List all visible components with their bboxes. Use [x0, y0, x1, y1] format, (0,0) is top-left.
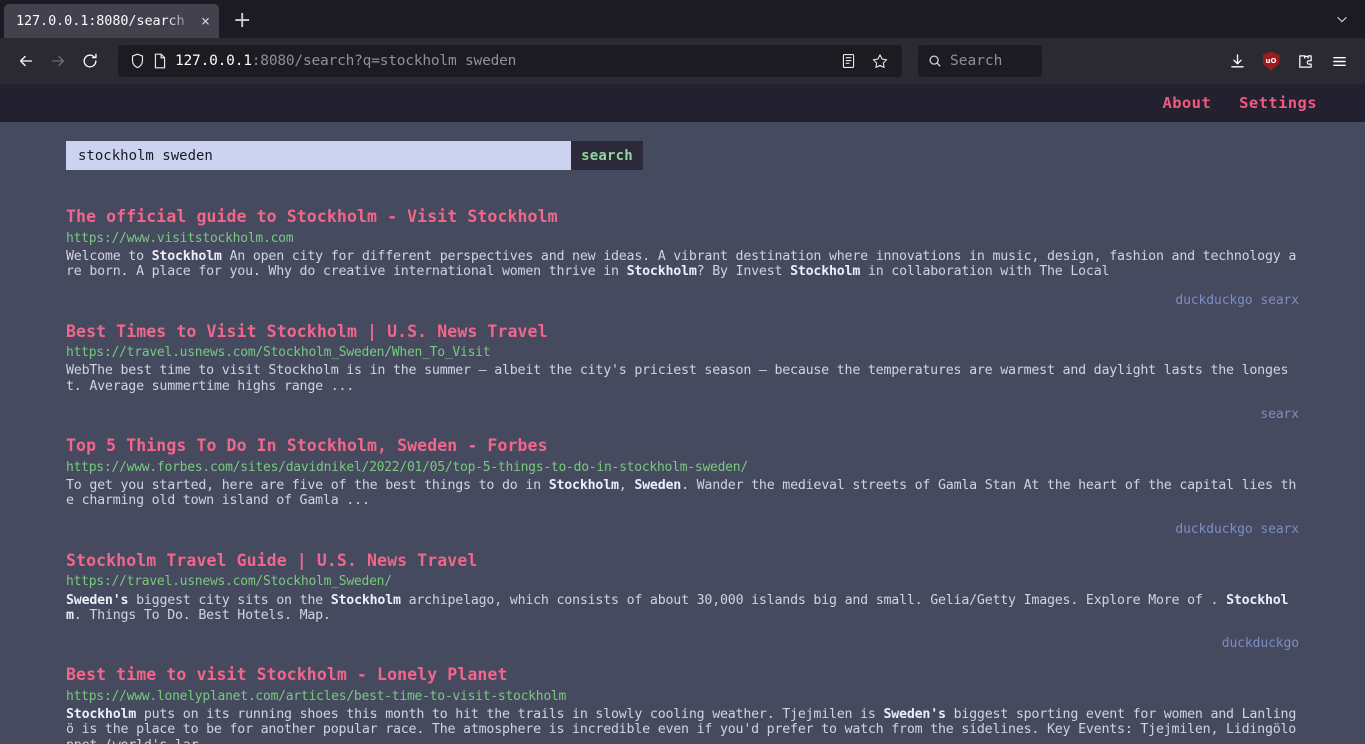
result-url[interactable]: https://travel.usnews.com/Stockholm_Swed… [66, 345, 1299, 361]
url-text: 127.0.0.1:8080/search?q=stockholm sweden [175, 53, 834, 69]
page-info-icon[interactable] [153, 53, 167, 69]
result-title-link[interactable]: Top 5 Things To Do In Stockholm, Sweden … [66, 436, 548, 457]
result-engines: duckduckgo [66, 636, 1299, 651]
engine-tag[interactable]: duckduckgo [1175, 522, 1252, 537]
search-results-list: The official guide to Stockholm - Visit … [0, 207, 1365, 744]
search-result: Best time to visit Stockholm - Lonely Pl… [66, 665, 1299, 744]
result-title-link[interactable]: Stockholm Travel Guide | U.S. News Trave… [66, 551, 477, 572]
reader-mode-icon[interactable] [834, 47, 862, 75]
result-url[interactable]: https://www.lonelyplanet.com/articles/be… [66, 689, 1299, 705]
chrome-toolbar-right: uO [1209, 45, 1355, 77]
site-header: About Settings [0, 84, 1365, 122]
search-result: Best Times to Visit Stockholm | U.S. New… [66, 322, 1299, 423]
engine-tag[interactable]: duckduckgo [1175, 293, 1252, 308]
engine-tag[interactable]: searx [1260, 293, 1299, 308]
bookmark-star-icon[interactable] [866, 47, 894, 75]
close-icon[interactable]: × [198, 13, 213, 29]
search-result: The official guide to Stockholm - Visit … [66, 207, 1299, 308]
url-bar-icons [126, 53, 175, 69]
result-title-link[interactable]: The official guide to Stockholm - Visit … [66, 207, 558, 228]
chevron-down-icon[interactable] [1335, 12, 1349, 30]
navigation-bar: 127.0.0.1:8080/search?q=stockholm sweden… [0, 38, 1365, 84]
tab-title: 127.0.0.1:8080/search [16, 13, 185, 29]
url-rest: :8080/search?q=stockholm sweden [251, 53, 517, 69]
url-host: 127.0.0.1 [175, 53, 252, 69]
search-form: search [66, 141, 643, 170]
nav-link-about[interactable]: About [1162, 94, 1211, 112]
shield-icon[interactable] [130, 53, 145, 69]
result-title-link[interactable]: Best Times to Visit Stockholm | U.S. New… [66, 322, 548, 343]
url-bar[interactable]: 127.0.0.1:8080/search?q=stockholm sweden [118, 45, 902, 77]
browser-tab[interactable]: 127.0.0.1:8080/search × [4, 4, 219, 38]
browser-search-placeholder: Search [950, 53, 1003, 69]
result-snippet: To get you started, here are five of the… [66, 478, 1297, 509]
result-snippet: Welcome to Stockholm An open city for di… [66, 248, 1297, 280]
result-snippet: Stockholm puts on its running shoes this… [66, 707, 1297, 744]
new-tab-icon[interactable]: + [233, 10, 251, 32]
app-menu-icon[interactable] [1323, 45, 1355, 77]
ublock-badge: uO [1262, 51, 1280, 71]
result-engines: duckduckgo searx [66, 522, 1299, 537]
forward-button[interactable] [42, 45, 74, 77]
search-result: Stockholm Travel Guide | U.S. News Trave… [66, 551, 1299, 652]
browser-search-bar[interactable]: Search [918, 45, 1042, 77]
result-snippet: WebThe best time to visit Stockholm is i… [66, 363, 1289, 394]
tab-strip: 127.0.0.1:8080/search × + [0, 0, 1365, 38]
search-input[interactable] [66, 141, 571, 170]
engine-tag[interactable]: searx [1260, 522, 1299, 537]
back-button[interactable] [10, 45, 42, 77]
extensions-icon[interactable] [1289, 45, 1321, 77]
reload-button[interactable] [74, 45, 106, 77]
search-result: Top 5 Things To Do In Stockholm, Sweden … [66, 436, 1299, 537]
url-bar-actions [834, 47, 894, 75]
result-engines: searx [66, 407, 1299, 422]
nav-link-settings[interactable]: Settings [1239, 94, 1317, 112]
result-engines: duckduckgo searx [66, 293, 1299, 308]
engine-tag[interactable]: searx [1260, 407, 1299, 422]
result-snippet: Sweden's biggest city sits on the Stockh… [66, 592, 1289, 623]
page-content: About Settings search The official guide… [0, 84, 1365, 744]
search-submit-button[interactable]: search [571, 141, 643, 170]
result-url[interactable]: https://travel.usnews.com/Stockholm_Swed… [66, 574, 1299, 590]
browser-chrome: 127.0.0.1:8080/search × + 127.0.0.1:8080… [0, 0, 1365, 84]
downloads-icon[interactable] [1221, 45, 1253, 77]
engine-tag[interactable]: duckduckgo [1222, 636, 1299, 651]
result-title-link[interactable]: Best time to visit Stockholm - Lonely Pl… [66, 665, 508, 686]
ublock-origin-icon[interactable]: uO [1255, 45, 1287, 77]
search-icon [928, 54, 942, 68]
result-url[interactable]: https://www.visitstockholm.com [66, 231, 1299, 247]
result-url[interactable]: https://www.forbes.com/sites/davidnikel/… [66, 460, 1299, 476]
